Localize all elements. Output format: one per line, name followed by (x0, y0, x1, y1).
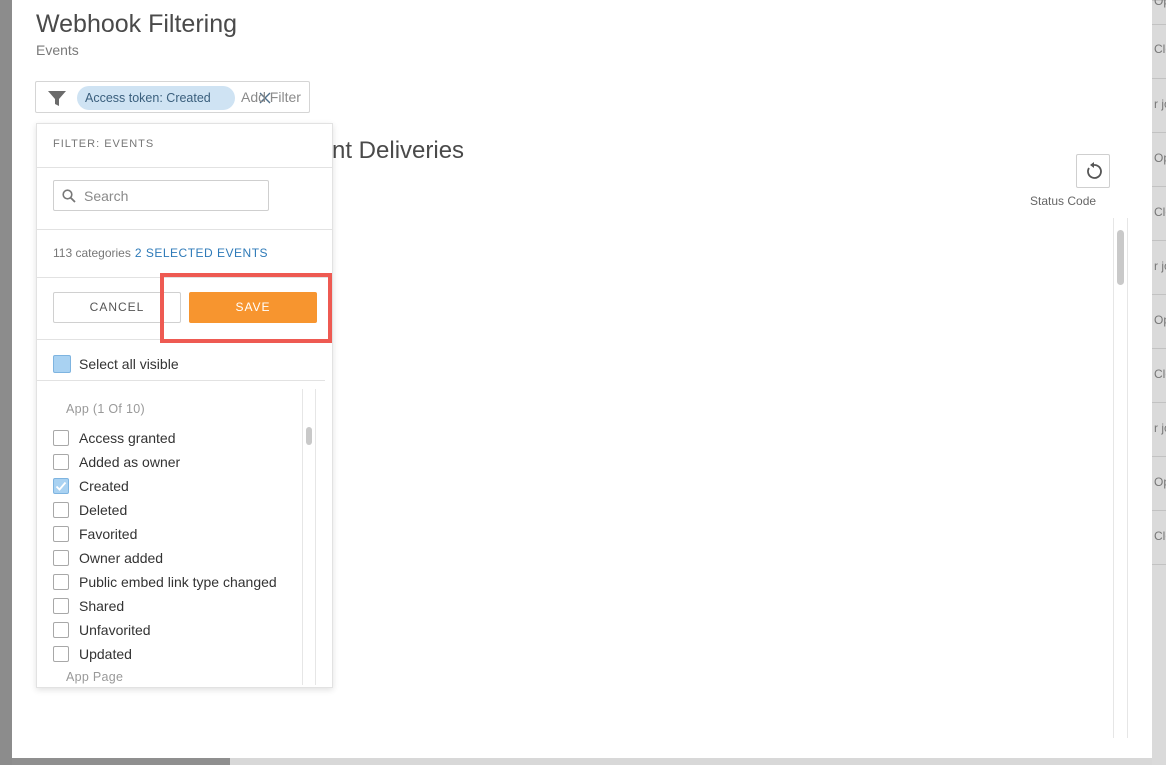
backdrop-fragment: r jo (1154, 97, 1166, 111)
event-checkbox[interactable] (53, 550, 69, 566)
search-input[interactable] (84, 185, 259, 206)
selection-summary: 113 categories 2 SELECTED EVENTS (53, 246, 268, 260)
backdrop-fragment: Op (1154, 313, 1166, 327)
funnel-icon[interactable] (48, 91, 66, 107)
backdrop-fragment: Clo (1154, 529, 1166, 543)
refresh-button[interactable] (1076, 154, 1110, 188)
group-label: App (1 Of 10) (66, 402, 145, 416)
event-checkbox[interactable] (53, 646, 69, 662)
event-label: Added as owner (79, 454, 181, 470)
deliveries-heading: nt Deliveries (332, 137, 465, 164)
event-checkbox[interactable] (53, 526, 69, 542)
filter-chip-label: Access token: Created (85, 91, 211, 105)
modal-title: Webhook Filtering (36, 10, 238, 38)
table-scrollbar[interactable] (1113, 218, 1128, 738)
backdrop-fragment: Op (1154, 0, 1166, 8)
event-label: Unfavorited (79, 622, 151, 638)
backdrop-fragment: Clo (1154, 205, 1166, 219)
event-checkbox-checked[interactable] (53, 478, 69, 494)
divider (37, 339, 332, 340)
event-label: Created (79, 478, 129, 494)
event-label: Access granted (79, 430, 176, 446)
event-checkbox[interactable] (53, 454, 69, 470)
backdrop-fragment: r jo (1154, 259, 1166, 273)
webhook-filtering-modal: Webhook Filtering Events Access token: C… (12, 0, 1152, 758)
search-icon (62, 189, 76, 203)
list-scrollbar-thumb[interactable] (306, 427, 312, 445)
divider (37, 380, 325, 381)
save-button[interactable]: SAVE (189, 292, 317, 323)
backdrop-right-content: Op Clo r jo Op Clo r jo Op Clo r jo Op C… (1152, 0, 1166, 765)
event-checkbox[interactable] (53, 502, 69, 518)
table-scrollbar-thumb[interactable] (1117, 230, 1124, 285)
event-label: Deleted (79, 502, 128, 518)
modal-subtitle: Events (36, 42, 79, 58)
group-label: App Page (66, 670, 124, 684)
event-label: Public embed link type changed (79, 574, 277, 590)
event-checkbox[interactable] (53, 598, 69, 614)
backdrop-fragment: Op (1154, 475, 1166, 489)
filter-chip[interactable]: Access token: Created (77, 86, 271, 110)
events-filter-dropdown: FILTER: EVENTS 113 categories 2 SELECTED … (36, 123, 333, 688)
category-count: 113 categories (53, 246, 131, 260)
search-field[interactable] (53, 180, 269, 211)
event-label: Favorited (79, 526, 138, 542)
select-all-label: Select all visible (79, 356, 179, 372)
event-checkbox[interactable] (53, 622, 69, 638)
event-label: Owner added (79, 550, 164, 566)
event-label: Updated (79, 646, 132, 662)
add-filter-button[interactable]: Add Filter (241, 82, 301, 113)
cancel-button[interactable]: CANCEL (53, 292, 181, 323)
backdrop-left (0, 0, 12, 765)
backdrop-fragment: Clo (1154, 42, 1166, 56)
event-checkbox[interactable] (53, 574, 69, 590)
divider (37, 229, 332, 230)
divider (37, 277, 332, 278)
select-all-checkbox[interactable] (53, 355, 71, 373)
selected-events-link[interactable]: 2 SELECTED EVENTS (135, 246, 268, 260)
event-label: Shared (79, 598, 125, 614)
status-code-header: Status Code (1030, 194, 1097, 208)
backdrop-fragment: Op (1154, 151, 1166, 165)
filter-bar[interactable]: Access token: Created Add Filter (35, 81, 310, 113)
backdrop-fragment: r jo (1154, 421, 1166, 435)
dropdown-header: FILTER: EVENTS (53, 138, 155, 150)
divider (37, 167, 332, 168)
refresh-icon (1087, 162, 1102, 179)
backdrop-bottom (230, 758, 1152, 765)
backdrop-fragment: Clo (1154, 367, 1166, 381)
checkmark-icon (55, 481, 67, 491)
event-checkbox[interactable] (53, 430, 69, 446)
